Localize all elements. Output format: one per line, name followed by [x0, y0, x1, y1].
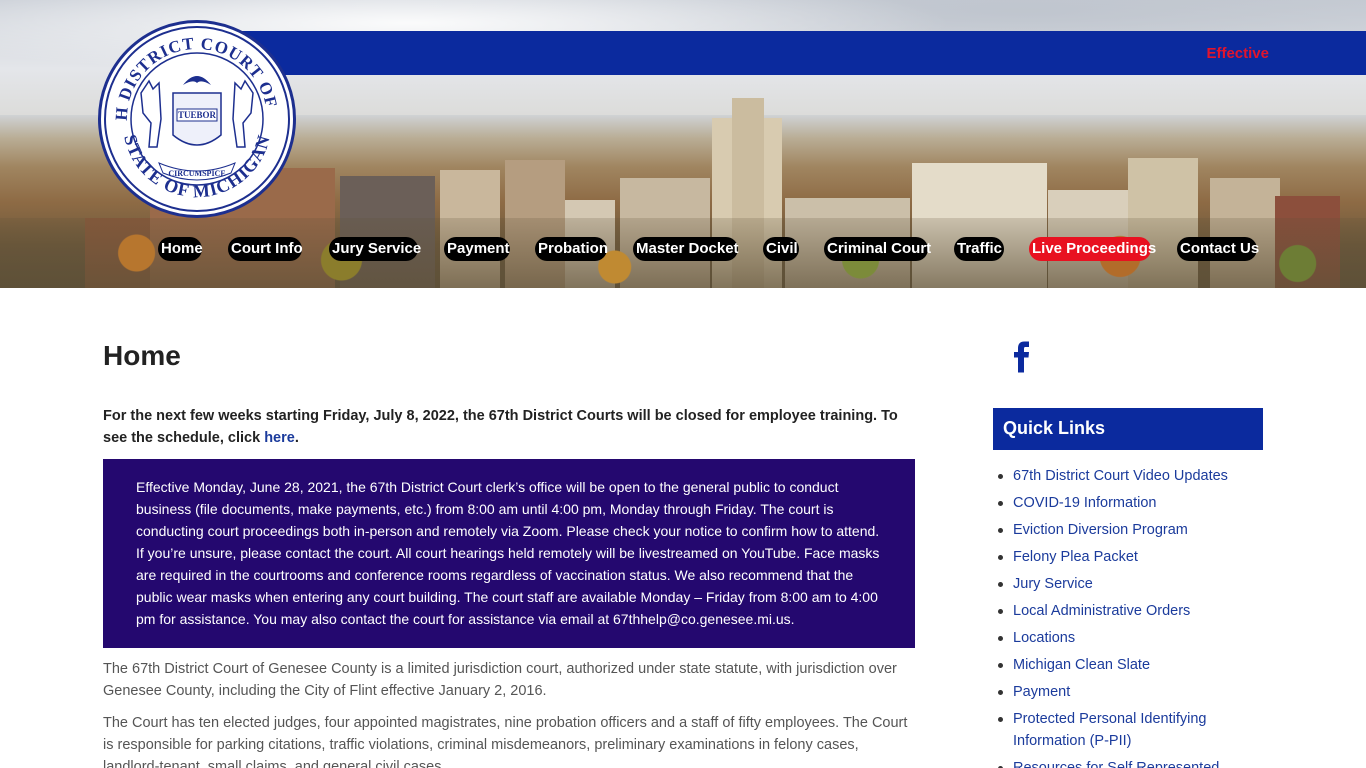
quick-link-payment[interactable]: Payment	[993, 681, 1263, 703]
quick-link-felony-plea[interactable]: Felony Plea Packet	[993, 546, 1263, 568]
header-banner-bar	[190, 31, 1366, 75]
site-header: Effective 67TH DISTRICT COURT OF THE STA…	[0, 0, 1366, 288]
seal-icon: 67TH DISTRICT COURT OF THE STATE OF MICH…	[94, 8, 290, 212]
nav-contact-us[interactable]: Contact Us	[1177, 237, 1259, 261]
quick-link-self-represented[interactable]: Resources for Self Represented	[993, 757, 1263, 768]
court-staff-paragraph: The Court has ten elected judges, four a…	[103, 715, 908, 768]
banner-text: Effective	[1206, 45, 1269, 62]
quick-links-list: 67th District Court Video Updates COVID-…	[993, 465, 1263, 768]
quick-link-eviction-diversion[interactable]: Eviction Diversion Program	[993, 519, 1263, 541]
nav-traffic[interactable]: Traffic	[954, 237, 1004, 261]
quick-link-locations[interactable]: Locations	[993, 627, 1263, 649]
nav-payment[interactable]: Payment	[444, 237, 510, 261]
nav-probation[interactable]: Probation	[535, 237, 608, 261]
notice-text: Effective Monday, June 28, 2021, the 67t…	[136, 479, 880, 627]
court-description-paragraph: The 67th District Court of Genesee Count…	[103, 661, 897, 699]
nav-live-proceedings[interactable]: Live Proceedings	[1029, 237, 1156, 261]
quick-link-covid-info[interactable]: COVID-19 Information	[993, 492, 1263, 514]
covid-notice-box: Effective Monday, June 28, 2021, the 67t…	[103, 459, 915, 648]
closure-end: .	[294, 430, 299, 446]
nav-civil[interactable]: Civil	[763, 237, 799, 261]
svg-text:TUEBOR: TUEBOR	[178, 110, 217, 120]
schedule-link[interactable]: here	[264, 430, 295, 446]
nav-court-info[interactable]: Court Info	[228, 237, 303, 261]
nav-home[interactable]: Home	[158, 237, 203, 261]
quick-link-admin-orders[interactable]: Local Administrative Orders	[993, 600, 1263, 622]
nav-master-docket[interactable]: Master Docket	[633, 237, 739, 261]
closure-announcement: For the next few weeks starting Friday, …	[103, 405, 918, 449]
quick-links-header: Quick Links	[993, 408, 1263, 450]
quick-link-ppii[interactable]: Protected Personal Identifying Informati…	[993, 708, 1263, 752]
nav-criminal-court[interactable]: Criminal Court	[824, 237, 931, 261]
court-seal-logo[interactable]: 67TH DISTRICT COURT OF THE STATE OF MICH…	[94, 8, 296, 218]
main-navigation: Home Court Info Jury Service Payment Pro…	[0, 237, 1366, 261]
nav-jury-service[interactable]: Jury Service	[329, 237, 421, 261]
facebook-icon[interactable]	[1013, 341, 1031, 373]
quick-link-jury-service[interactable]: Jury Service	[993, 573, 1263, 595]
quick-link-video-updates[interactable]: 67th District Court Video Updates	[993, 465, 1263, 487]
page-title: Home	[103, 340, 181, 371]
closure-text: For the next few weeks starting Friday, …	[103, 408, 898, 446]
svg-text:CIRCUMSPICE: CIRCUMSPICE	[168, 169, 225, 178]
quick-link-clean-slate[interactable]: Michigan Clean Slate	[993, 654, 1263, 676]
